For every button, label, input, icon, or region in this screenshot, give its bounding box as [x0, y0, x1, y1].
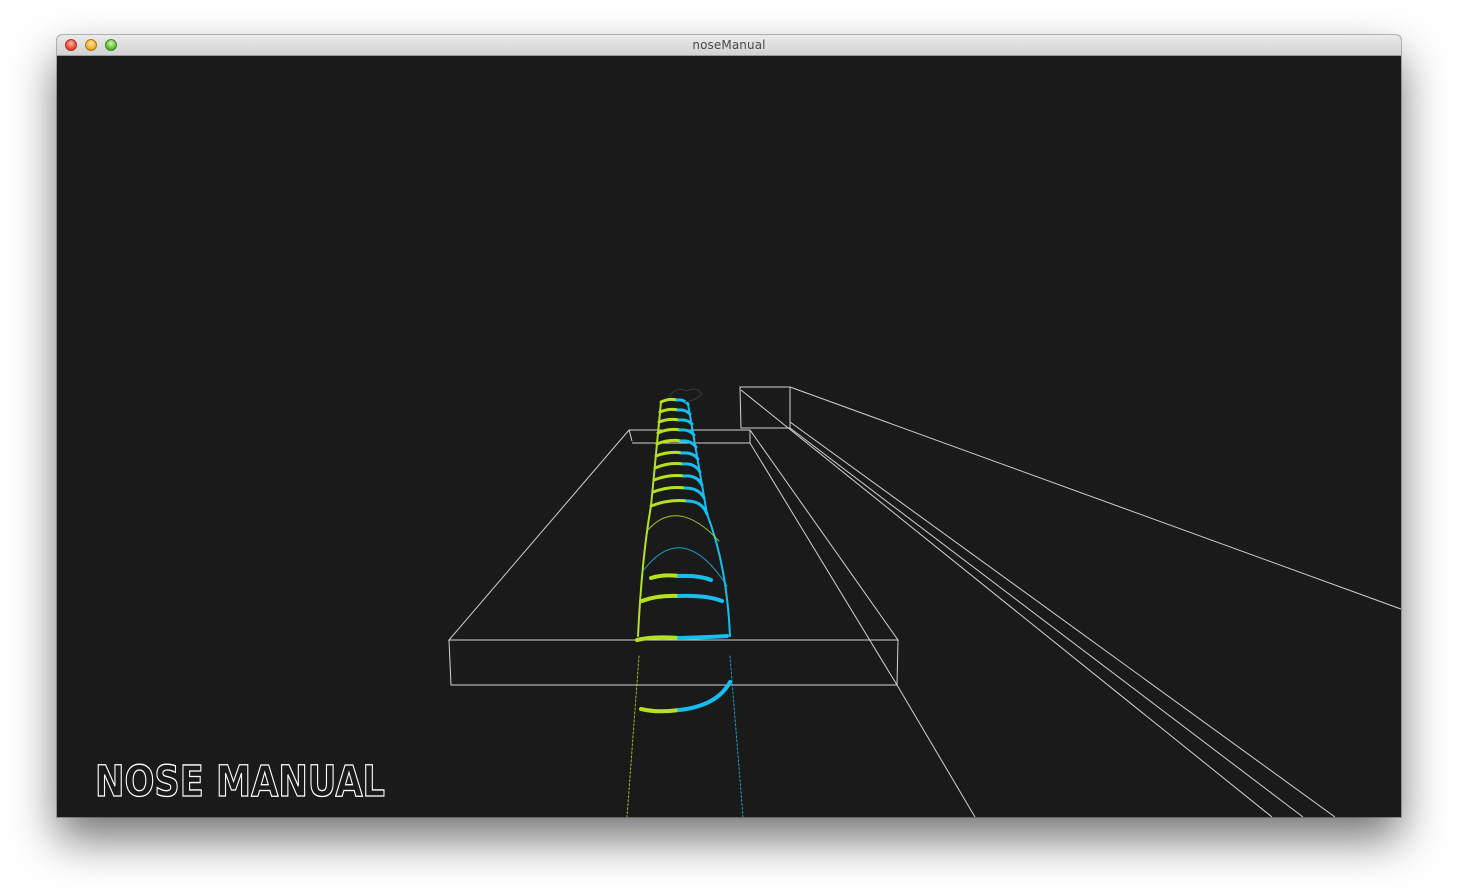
rail-line-2: [789, 421, 1336, 817]
window-title: noseManual: [692, 38, 766, 52]
rail-line-1: [740, 389, 1273, 817]
logo-text: NOSE MANUAL: [95, 757, 385, 806]
tube-right-guide: [729, 655, 744, 817]
tube-left-guide: [626, 655, 640, 817]
floor-line: [896, 684, 976, 817]
nose-manual-logo: NOSE MANUAL: [95, 756, 386, 806]
nose-tube: [626, 388, 744, 817]
render-canvas[interactable]: NOSE MANUAL: [57, 56, 1401, 817]
tube-lower-rings: [635, 573, 732, 714]
far-box: [739, 386, 791, 429]
3d-scene: [447, 386, 1401, 817]
title-bar[interactable]: noseManual: [57, 35, 1401, 56]
platform-back-edge: [628, 429, 633, 442]
wireframe-lines: [447, 386, 1401, 817]
desktop: noseManual NOSE MANUAL: [0, 0, 1458, 896]
app-window: noseManual NOSE MANUAL: [57, 35, 1401, 817]
platform-front-face: [448, 639, 899, 686]
